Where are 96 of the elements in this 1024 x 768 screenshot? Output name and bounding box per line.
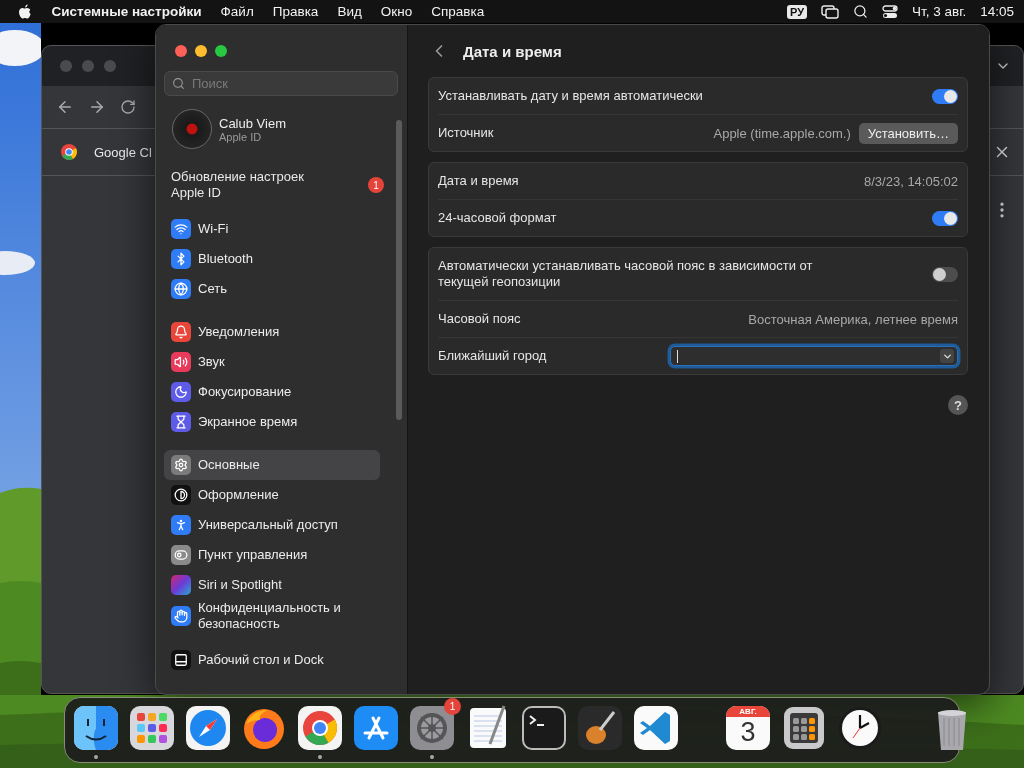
sidebar-item[interactable]: Экранное время [164,407,380,437]
clock-icon [836,704,884,752]
row-label: Ближайший город [438,348,547,364]
sidebar-item[interactable]: Универсальный доступ [164,510,380,540]
notification-badge: 1 [444,698,461,715]
dock-app-button[interactable] [128,704,176,752]
pane-title: Дата и время [463,42,562,60]
toggle-icon [171,545,191,565]
sidebar-item[interactable]: Оформление [164,480,380,510]
menu-item[interactable]: Вид [327,4,372,19]
close-window-button[interactable] [175,45,187,57]
avatar[interactable] [172,109,212,149]
minimize-window-button[interactable] [195,45,207,57]
sidebar-item[interactable]: Конфиденциальность и безопасность [164,600,380,632]
menu-time[interactable]: 14:05 [980,4,1014,19]
app-menu[interactable]: Системные настройки [42,4,212,19]
row-label: Часовой пояс [438,311,521,327]
tricolor-ring-icon [60,143,78,161]
dropdown-button[interactable] [940,349,954,363]
sidebar-item[interactable]: Siri и Spotlight [164,570,380,600]
dock-app-button[interactable] [296,704,344,752]
forward-icon[interactable] [88,98,106,116]
toggle-switch[interactable] [932,210,958,226]
sidebar-item[interactable]: Рабочий стол и Dock [164,645,380,675]
screen-mirroring-icon[interactable] [821,4,840,19]
menu-item[interactable]: Правка [263,4,328,19]
sidebar-item[interactable]: Фокусирование [164,377,380,407]
bell-icon [171,322,191,342]
apple-logo-icon[interactable] [18,3,32,20]
search-icon [172,77,185,90]
menu-item[interactable]: Файл [211,4,264,19]
account-name[interactable]: Calub Viem [219,115,286,131]
gear-icon [171,455,191,475]
row-value: 8/3/23, 14:05:02 [864,173,958,189]
input-source[interactable]: РУ [787,4,808,19]
help-button[interactable]: ? [948,395,968,415]
person-icon [171,515,191,535]
moon-icon [171,382,191,402]
sidebar-item[interactable]: Bluetooth [164,244,380,274]
row-value: Apple (time.apple.com.) [713,125,851,141]
dock-app-button[interactable] [836,704,884,752]
dock-app-button[interactable] [632,704,680,752]
toggle-switch[interactable] [932,88,958,104]
calendar-month: АВГ. [726,706,770,717]
row-value: Восточная Америка, летнее время [748,311,958,327]
dock-app-button[interactable] [352,704,400,752]
sidebar-item[interactable]: Wi-Fi [164,214,380,244]
tricolor-ring-icon [296,704,344,752]
menu-item[interactable]: Справка [421,4,494,19]
hand-icon [171,606,191,626]
account-subtitle: Apple ID [219,130,263,143]
contrast-icon [171,485,191,505]
speaker-icon [171,352,191,372]
row-label: Устанавливать дату и время автоматически [438,88,703,104]
hourglass-icon [171,412,191,432]
notification-badge: 1 [368,177,384,193]
search-field[interactable]: Поиск [164,71,398,96]
globe-icon [171,279,191,299]
row-label: 24-часовой формат [438,210,557,226]
city-combo-field[interactable] [670,346,958,366]
finder-face-icon [72,704,120,752]
compass-icon [184,704,232,752]
menu-item[interactable]: Окно [371,4,422,19]
sidebar-item[interactable]: Сеть [164,274,380,304]
search-icon[interactable] [853,4,869,19]
crossed-sticks-icon [352,704,400,752]
app-grid-icon [128,704,176,752]
row-label: Автоматически устанавливать часовой пояс в зависимости от текущей геопозиции [438,258,814,290]
dock-app-button[interactable] [408,704,456,752]
screen-icon [171,650,191,670]
sidebar-item[interactable]: Основные [164,450,380,480]
dock-app-button[interactable] [520,704,568,752]
page-title: Google Cl [94,144,152,160]
sidebar-item[interactable]: Уведомления [164,317,380,347]
sidebar-item[interactable]: Пункт управления [164,540,380,570]
bluetooth-icon [171,249,191,269]
zoom-window-button[interactable] [215,45,227,57]
menu-date[interactable]: Чт, 3 авг. [912,4,967,19]
dock-app-button[interactable]: АВГ. 3 [724,704,772,752]
calendar-day: 3 [740,717,756,748]
control-center-icon[interactable] [882,4,899,19]
row-label: Дата и время [438,173,519,189]
scrollbar[interactable] [396,120,402,420]
reload-icon[interactable] [120,99,136,115]
chevron-ribbon-icon [632,704,680,752]
row-label: Источник [438,125,494,141]
gear-icon [408,704,456,752]
toggle-switch[interactable] [932,266,958,282]
dock-app-button[interactable] [72,704,120,752]
back-icon[interactable] [56,98,74,116]
terminal-icon [520,704,568,752]
dock-app-button[interactable] [184,704,232,752]
wifi-icon [171,219,191,239]
update-item[interactable]: Обновление настроек Apple ID [171,169,331,201]
sidebar-item[interactable]: Звук [164,347,380,377]
set-button[interactable]: Установить… [858,122,958,144]
